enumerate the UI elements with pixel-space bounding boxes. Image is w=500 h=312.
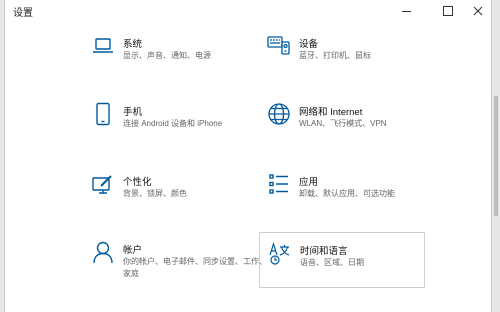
maximize-icon [443,6,453,16]
time-language-icon [268,241,292,265]
tile-description: 语音、区域、日期 [300,258,364,267]
close-icon [473,6,483,16]
maximize-button[interactable] [431,0,465,22]
laptop-icon [91,34,115,58]
person-icon [91,240,115,264]
tile-label: 网络和 Internet [299,107,363,118]
settings-window: 设置 系统 显示、声音、通知、电源 设备 蓝牙、打印机、鼠标 手机 连接 And… [4,0,492,312]
background-window-edge-right [492,0,500,312]
tile-description: 连接 Android 设备和 iPhone [123,119,223,128]
minimize-button[interactable] [389,0,423,22]
title-bar[interactable]: 设置 [5,0,491,22]
phone-icon [91,102,115,126]
tile-accounts[interactable]: 帐户 你的帐户、电子邮件、同步设置、工作、家庭 [91,240,267,296]
window-title: 设置 [13,8,33,19]
scrollbar-thumb[interactable] [494,96,498,216]
tile-label: 应用 [299,177,319,188]
tile-label: 时间和语言 [300,246,348,257]
tile-description: 卸载、默认应用、可选功能 [299,189,395,198]
minimize-icon [401,10,411,12]
apps-list-icon [267,172,291,196]
tile-label: 个性化 [123,177,152,188]
tile-label: 设备 [299,39,319,50]
tile-personalization[interactable]: 个性化 背景、锁屏、颜色 [91,172,263,228]
tile-description: 背景、锁屏、颜色 [123,189,187,198]
tile-system[interactable]: 系统 显示、声音、通知、电源 [91,34,263,90]
tile-label: 手机 [123,107,143,118]
tile-description: 蓝牙、打印机、鼠标 [299,51,371,60]
tile-label: 系统 [123,39,143,50]
globe-icon [267,102,291,126]
tile-description: 你的帐户、电子邮件、同步设置、工作、家庭 [123,257,267,278]
close-button[interactable] [461,0,495,22]
tile-description: 显示、声音、通知、电源 [123,51,211,60]
tile-time-language[interactable]: 时间和语言 语音、区域、日期 [259,232,425,288]
personalization-icon [91,172,115,196]
tile-apps[interactable]: 应用 卸载、默认应用、可选功能 [267,172,439,228]
tile-devices[interactable]: 设备 蓝牙、打印机、鼠标 [267,34,439,90]
keyboard-devices-icon [267,34,291,58]
tile-description: WLAN、飞行模式、VPN [299,119,387,128]
tile-network-internet[interactable]: 网络和 Internet WLAN、飞行模式、VPN [267,102,439,158]
tile-phone[interactable]: 手机 连接 Android 设备和 iPhone [91,102,263,158]
tile-label: 帐户 [123,245,143,256]
